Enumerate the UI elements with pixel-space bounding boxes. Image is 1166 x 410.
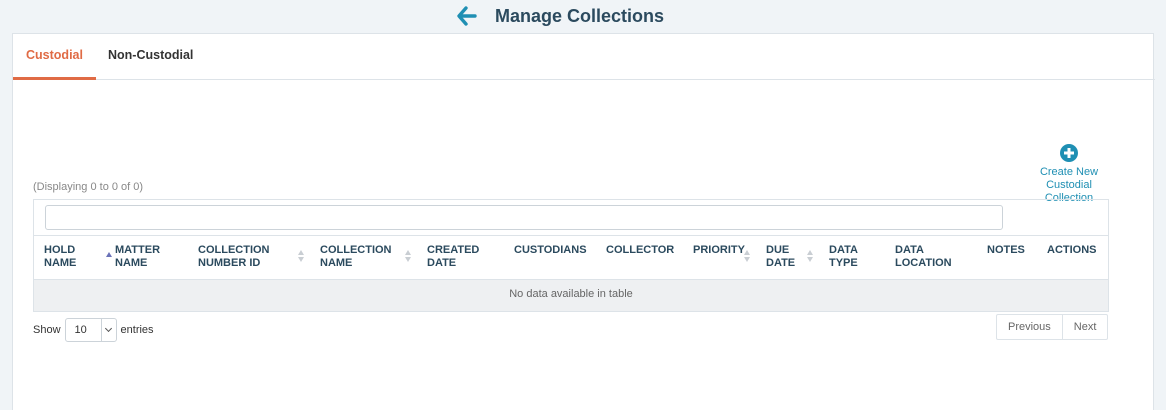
show-label: Show	[33, 324, 61, 336]
column-header-custodians[interactable]: CUSTODIANS	[514, 244, 587, 257]
chevron-down-icon	[100, 319, 116, 341]
plus-circle-icon	[1060, 144, 1078, 162]
tab-non-custodial[interactable]: Non-Custodial	[108, 34, 193, 80]
column-header-collector[interactable]: COLLECTOR	[606, 244, 674, 257]
page-header: Manage Collections	[0, 0, 1166, 33]
collections-table: HOLD NAME MATTER NAME COLLECTION NUMBER ID …	[33, 199, 1109, 312]
column-header-notes[interactable]: NOTES	[987, 244, 1025, 257]
table-header-row: HOLD NAME MATTER NAME COLLECTION NUMBER ID …	[34, 235, 1108, 280]
column-header-hold-name[interactable]: HOLD NAME	[44, 244, 76, 270]
column-header-collection-name[interactable]: COLLECTION NAME	[320, 244, 392, 270]
search-input[interactable]	[45, 205, 1003, 230]
page-length-select[interactable]: 10	[64, 318, 117, 342]
sort-icon[interactable]	[298, 250, 306, 264]
arrow-left-icon[interactable]	[456, 5, 478, 27]
create-custodial-collection-button[interactable]: Create New Custodial Collection	[1032, 144, 1106, 205]
empty-table-message: No data available in table	[34, 280, 1108, 311]
tab-custodial[interactable]: Custodial	[13, 34, 96, 80]
previous-button[interactable]: Previous	[997, 315, 1062, 339]
column-header-collection-number-id[interactable]: COLLECTION NUMBER ID	[198, 244, 270, 270]
column-header-created-date[interactable]: CREATED DATE	[427, 244, 479, 270]
sort-asc-icon[interactable]	[106, 250, 114, 264]
create-button-label-line2: Custodial	[1046, 179, 1092, 191]
entries-label: entries	[120, 324, 154, 336]
displaying-count: (Displaying 0 to 0 of 0)	[33, 181, 144, 193]
column-header-matter-name[interactable]: MATTER NAME	[115, 244, 160, 270]
page-title: Manage Collections	[495, 6, 665, 26]
page-length-value: 10	[74, 324, 87, 336]
column-header-actions[interactable]: ACTIONS	[1047, 244, 1097, 257]
sort-icon[interactable]	[744, 250, 752, 264]
page-length-control: Show 10 entries	[33, 318, 154, 342]
sort-icon[interactable]	[807, 250, 815, 264]
next-button[interactable]: Next	[1061, 315, 1108, 339]
column-header-due-date[interactable]: DUE DATE	[766, 244, 795, 270]
column-header-data-location[interactable]: DATA LOCATION	[895, 244, 952, 270]
pagination: Previous Next	[996, 314, 1109, 340]
column-header-data-type[interactable]: DATA TYPE	[829, 244, 858, 270]
column-header-priority[interactable]: PRIORITY	[693, 244, 745, 257]
create-button-label-line1: Create New	[1039, 166, 1099, 178]
tab-bar: Custodial Non-Custodial	[13, 34, 1155, 80]
sort-icon[interactable]	[405, 250, 413, 264]
